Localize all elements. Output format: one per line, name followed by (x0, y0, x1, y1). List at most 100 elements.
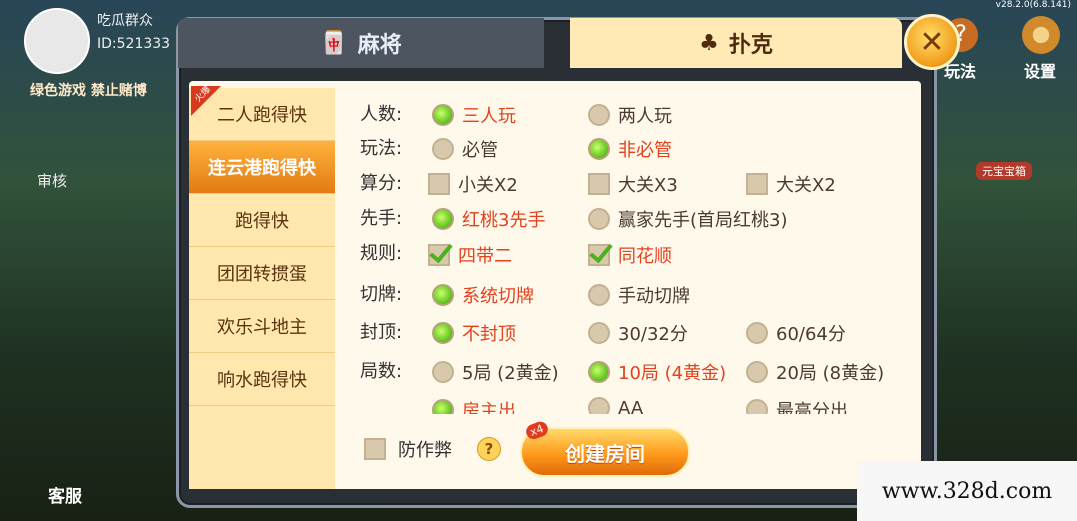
option-label: 10局 (4黄金) (618, 363, 727, 384)
option-label: 30/32分 (618, 324, 688, 345)
option-owner-pays[interactable]: 房主出 (432, 397, 516, 414)
option-label: 同花顺 (618, 246, 672, 267)
mode-label: 玩法: (360, 138, 403, 159)
game-item[interactable]: 跑得快 (189, 194, 335, 247)
customer-service-button[interactable]: 客服 (48, 482, 82, 507)
option-label: 赢家先手(首局红桃3) (618, 210, 788, 231)
radio-icon (432, 138, 454, 160)
option-label: AA (618, 397, 644, 415)
radio-icon (588, 104, 610, 126)
radio-icon (588, 208, 610, 230)
treasure-chest-label[interactable]: 元宝宝箱 (976, 162, 1032, 180)
option-straight-flush[interactable]: 同花顺 (588, 242, 672, 268)
checkbox-icon (364, 438, 386, 460)
radio-selected-icon (432, 322, 454, 344)
option-winner-first[interactable]: 赢家先手(首局红桃3) (588, 206, 788, 232)
players-label: 人数: (360, 104, 403, 125)
site-watermark: www.328d.com (857, 461, 1077, 521)
option-label: 最高分出 (776, 401, 848, 414)
option-heart3-first[interactable]: 红桃3先手 (432, 206, 545, 232)
radio-icon (746, 322, 768, 344)
settings-button[interactable]: 设置 (1024, 58, 1056, 82)
question-mark-icon[interactable]: ? (477, 437, 501, 461)
game-item[interactable]: 团团转掼蛋 (189, 247, 335, 300)
radio-selected-icon (432, 399, 454, 414)
option-label: 60/64分 (776, 324, 846, 345)
rounds-label: 局数: (360, 361, 403, 382)
option-label: 系统切牌 (462, 286, 534, 307)
option-label: 20局 (8黄金) (776, 363, 885, 384)
user-id: ID:521333 (97, 36, 171, 52)
game-item[interactable]: 欢乐斗地主 (189, 300, 335, 353)
radio-icon (588, 284, 610, 306)
option-not-must-play[interactable]: 非必管 (588, 136, 672, 162)
option-label: 不封顶 (462, 324, 516, 345)
radio-selected-icon (588, 138, 610, 160)
tab-poker-label: 扑克 (728, 33, 773, 58)
radio-icon (746, 399, 768, 414)
option-label: 四带二 (458, 246, 512, 267)
mahjong-icon: 🀄 (320, 30, 348, 56)
radio-selected-icon (432, 284, 454, 306)
option-must-play[interactable]: 必管 (432, 136, 498, 162)
radio-icon (746, 361, 768, 383)
option-label: 房主出 (462, 401, 516, 414)
radio-icon (588, 322, 610, 344)
option-label: 非必管 (618, 140, 672, 161)
radio-selected-icon (432, 104, 454, 126)
option-5-rounds[interactable]: 5局 (2黄金) (432, 359, 559, 385)
option-label: 必管 (462, 140, 498, 161)
option-10-rounds[interactable]: 10局 (4黄金) (588, 359, 726, 385)
tab-mahjong-label: 麻将 (357, 33, 402, 58)
cut-label: 切牌: (360, 284, 403, 305)
game-item-selected[interactable]: 连云港跑得快 (189, 141, 335, 194)
option-cap-60[interactable]: 60/64分 (746, 320, 846, 346)
option-highest-score-pays[interactable]: 最高分出 (746, 397, 848, 414)
option-no-cap[interactable]: 不封顶 (432, 320, 516, 346)
option-two-players[interactable]: 两人玩 (588, 102, 672, 128)
option-label: 手动切牌 (618, 286, 690, 307)
radio-selected-icon (588, 361, 610, 383)
anti-cheat-toggle[interactable]: 防作弊 (364, 436, 452, 462)
option-label: 大关X2 (776, 175, 836, 196)
checkbox-checked-icon (428, 244, 450, 266)
checkbox-icon (746, 173, 768, 195)
radio-icon (588, 397, 610, 414)
checkbox-icon (428, 173, 450, 195)
option-system-cut[interactable]: 系统切牌 (432, 282, 534, 308)
option-cap-30[interactable]: 30/32分 (588, 320, 688, 346)
option-big-close-x2[interactable]: 大关X2 (746, 171, 836, 197)
checkbox-checked-icon (588, 244, 610, 266)
option-aa-pay[interactable]: AA (588, 397, 643, 414)
radio-icon (432, 361, 454, 383)
club-suit-icon: ♣ (699, 30, 719, 56)
option-label: 三人玩 (462, 106, 516, 127)
option-label: 红桃3先手 (462, 210, 546, 231)
anti-cheat-label: 防作弊 (398, 440, 452, 461)
option-20-rounds[interactable]: 20局 (8黄金) (746, 359, 884, 385)
game-list: 二人跑得快 连云港跑得快 跑得快 团团转掼蛋 欢乐斗地主 响水跑得快 (189, 88, 335, 489)
rule-label: 规则: (360, 243, 403, 264)
option-label: 两人玩 (618, 106, 672, 127)
tab-mahjong[interactable]: 🀄 麻将 (178, 18, 544, 68)
user-name: 吃瓜群众 (97, 13, 153, 29)
game-item[interactable]: 响水跑得快 (189, 353, 335, 406)
gear-icon[interactable] (1022, 16, 1060, 54)
audit-button[interactable]: 审核 (37, 170, 67, 191)
first-player-label: 先手: (360, 208, 403, 229)
option-three-players[interactable]: 三人玩 (432, 102, 516, 128)
option-manual-cut[interactable]: 手动切牌 (588, 282, 690, 308)
option-label: 大关X3 (618, 175, 678, 196)
cap-label: 封顶: (360, 322, 403, 343)
option-big-close-x3[interactable]: 大关X3 (588, 171, 678, 197)
tab-poker[interactable]: ♣ 扑克 (570, 18, 902, 68)
create-room-label: 创建房间 (565, 441, 645, 466)
user-avatar[interactable] (24, 8, 90, 74)
option-label: 5局 (2黄金) (462, 363, 559, 384)
close-icon[interactable]: ✕ (904, 14, 960, 70)
radio-selected-icon (432, 208, 454, 230)
fair-play-notice: 绿色游戏 禁止赌博 (30, 83, 147, 99)
option-four-with-two[interactable]: 四带二 (428, 242, 512, 268)
option-small-close-x2[interactable]: 小关X2 (428, 171, 518, 197)
version-text: v28.2.0(6.8.141) (995, 0, 1071, 10)
